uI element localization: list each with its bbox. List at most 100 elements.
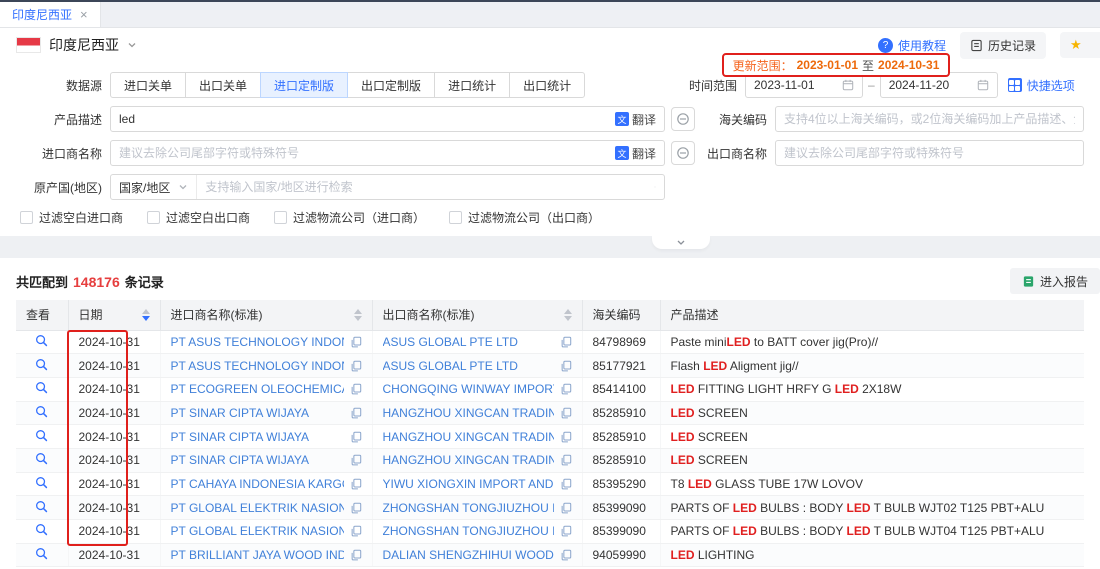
copy-button[interactable] [560, 454, 572, 466]
close-icon[interactable]: × [80, 7, 88, 22]
copy-button[interactable] [350, 525, 362, 537]
copy-button[interactable] [350, 454, 362, 466]
filter-checkbox[interactable]: 过滤空白出口商 [147, 209, 250, 226]
view-record-button[interactable] [16, 377, 68, 401]
company-link[interactable]: PT ASUS TECHNOLOGY INDONESIA BA... [171, 335, 344, 349]
magnifier-icon[interactable] [35, 334, 48, 347]
view-record-button[interactable] [16, 425, 68, 449]
importer-name-input[interactable] [119, 146, 609, 160]
view-record-button[interactable] [16, 472, 68, 496]
copy-icon[interactable] [560, 478, 572, 490]
copy-icon[interactable] [350, 383, 362, 395]
chevron-down-icon[interactable] [654, 182, 664, 192]
translate-button[interactable]: 文 翻译 [615, 145, 656, 162]
copy-icon[interactable] [350, 360, 362, 372]
col-header-date[interactable]: 日期 [68, 300, 160, 330]
magnifier-icon[interactable] [35, 381, 48, 394]
copy-icon[interactable] [350, 525, 362, 537]
chevron-down-icon[interactable] [127, 40, 137, 50]
copy-button[interactable] [560, 336, 572, 348]
sort-icons[interactable] [142, 309, 150, 321]
company-link[interactable]: PT SINAR CIPTA WIJAYA [171, 453, 344, 467]
company-link[interactable]: HANGZHOU XINGCAN TRADING CO LTD [383, 453, 554, 467]
company-link[interactable]: PT SINAR CIPTA WIJAYA [171, 406, 344, 420]
copy-button[interactable] [560, 502, 572, 514]
copy-button[interactable] [350, 360, 362, 372]
data-source-tab[interactable]: 进口定制版 [260, 72, 348, 98]
company-link[interactable]: CHONGQING WINWAY IMPORT AND E... [383, 382, 554, 396]
checkbox-icon[interactable] [147, 211, 160, 224]
collapse-panel-button[interactable] [652, 236, 710, 249]
company-link[interactable]: PT BRILLIANT JAYA WOOD INDUSTRY [171, 548, 344, 562]
copy-icon[interactable] [560, 383, 572, 395]
magnifier-icon[interactable] [35, 500, 48, 513]
copy-icon[interactable] [560, 502, 572, 514]
match-options-button[interactable] [671, 141, 695, 165]
company-link[interactable]: DALIAN SHENGZHIHUI WOOD INDUST... [383, 548, 554, 562]
company-link[interactable]: PT CAHAYA INDONESIA KARGO [171, 477, 344, 491]
company-link[interactable]: ASUS GLOBAL PTE LTD [383, 359, 554, 373]
view-record-button[interactable] [16, 543, 68, 567]
match-options-button[interactable] [671, 107, 695, 131]
copy-icon[interactable] [350, 407, 362, 419]
origin-search-input[interactable] [197, 180, 654, 194]
favorite-button[interactable]: ★ [1060, 32, 1100, 58]
copy-button[interactable] [560, 478, 572, 490]
view-record-button[interactable] [16, 354, 68, 378]
tutorial-button[interactable]: ? 使用教程 [878, 37, 946, 54]
copy-icon[interactable] [560, 454, 572, 466]
history-button[interactable]: 历史记录 [960, 32, 1046, 59]
col-header-exporter[interactable]: 出口商名称(标准) [372, 300, 582, 330]
copy-icon[interactable] [560, 407, 572, 419]
copy-icon[interactable] [350, 454, 362, 466]
company-link[interactable]: PT GLOBAL ELEKTRIK NASIONAL [171, 501, 344, 515]
sort-icons[interactable] [564, 309, 572, 321]
data-source-tab[interactable]: 进口关单 [110, 72, 186, 98]
hs-code-input[interactable] [784, 112, 1075, 126]
copy-icon[interactable] [560, 549, 572, 561]
copy-button[interactable] [560, 431, 572, 443]
company-link[interactable]: ZHONGSHAN TONGJIUZHOU INTERNA... [383, 501, 554, 515]
magnifier-icon[interactable] [35, 429, 48, 442]
enter-report-button[interactable]: 进入报告 [1010, 268, 1100, 294]
copy-icon[interactable] [560, 525, 572, 537]
copy-icon[interactable] [350, 431, 362, 443]
tab-indonesia[interactable]: 印度尼西亚 × [0, 2, 101, 27]
magnifier-icon[interactable] [35, 405, 48, 418]
magnifier-icon[interactable] [35, 358, 48, 371]
copy-button[interactable] [350, 383, 362, 395]
company-link[interactable]: PT SINAR CIPTA WIJAYA [171, 430, 344, 444]
filter-checkbox[interactable]: 过滤物流公司（进口商） [274, 209, 425, 226]
company-link[interactable]: HANGZHOU XINGCAN TRADING CO LTD [383, 406, 554, 420]
copy-icon[interactable] [350, 502, 362, 514]
translate-button[interactable]: 文 翻译 [615, 111, 656, 128]
view-record-button[interactable] [16, 448, 68, 472]
product-desc-input[interactable] [119, 112, 609, 126]
sort-icons[interactable] [354, 309, 362, 321]
copy-button[interactable] [350, 407, 362, 419]
col-header-importer[interactable]: 进口商名称(标准) [160, 300, 372, 330]
copy-button[interactable] [350, 336, 362, 348]
copy-button[interactable] [350, 431, 362, 443]
copy-icon[interactable] [560, 360, 572, 372]
company-link[interactable]: ASUS GLOBAL PTE LTD [383, 335, 554, 349]
view-record-button[interactable] [16, 330, 68, 354]
view-record-button[interactable] [16, 496, 68, 520]
data-source-tab[interactable]: 出口定制版 [347, 72, 435, 98]
company-link[interactable]: HANGZHOU XINGCAN TRADING CO LTD [383, 430, 554, 444]
copy-button[interactable] [350, 549, 362, 561]
company-link[interactable]: ZHONGSHAN TONGJIUZHOU INTERNA... [383, 524, 554, 538]
copy-icon[interactable] [560, 336, 572, 348]
magnifier-icon[interactable] [35, 523, 48, 536]
copy-button[interactable] [560, 525, 572, 537]
copy-icon[interactable] [350, 478, 362, 490]
filter-checkbox[interactable]: 过滤物流公司（出口商） [449, 209, 600, 226]
company-link[interactable]: PT ECOGREEN OLEOCHEMICALS [171, 382, 344, 396]
company-link[interactable]: PT GLOBAL ELEKTRIK NASIONAL [171, 524, 344, 538]
checkbox-icon[interactable] [449, 211, 462, 224]
view-record-button[interactable] [16, 401, 68, 425]
magnifier-icon[interactable] [35, 547, 48, 560]
copy-icon[interactable] [350, 549, 362, 561]
checkbox-icon[interactable] [274, 211, 287, 224]
company-link[interactable]: YIWU XIONGXIN IMPORT AND EXPORT... [383, 477, 554, 491]
